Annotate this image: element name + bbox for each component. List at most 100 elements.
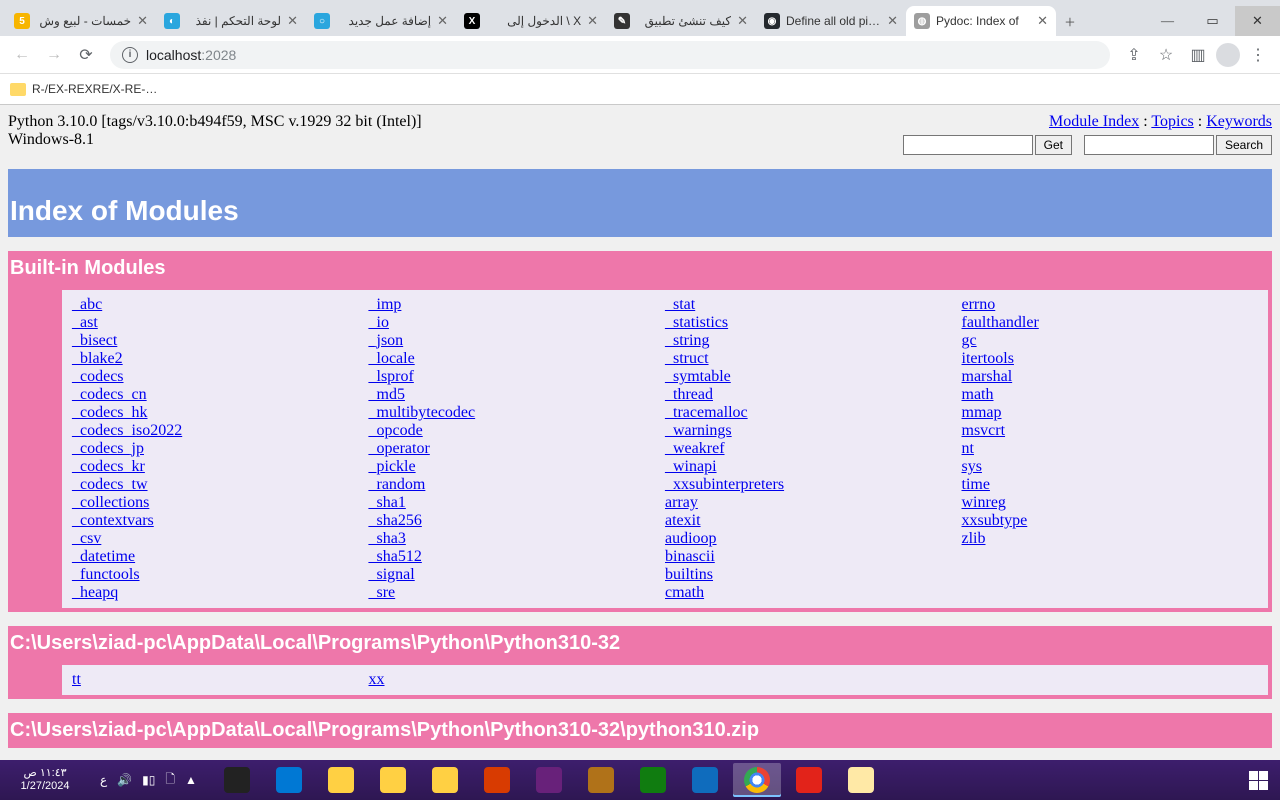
get-button[interactable] [1035, 135, 1072, 155]
taskbar-app[interactable] [213, 763, 261, 797]
module-link[interactable]: gc [962, 332, 1259, 350]
module-link[interactable]: _sha3 [369, 530, 666, 548]
taskbar-app[interactable] [837, 763, 885, 797]
close-tab-icon[interactable]: ✕ [437, 13, 448, 29]
menu-icon[interactable]: ⋮ [1244, 41, 1272, 69]
module-link[interactable]: _statistics [665, 314, 962, 332]
module-link[interactable]: _ast [72, 314, 369, 332]
bookmark-item[interactable]: R-/EX-REXRE/X-RE-… [32, 82, 157, 96]
forward-button[interactable]: → [40, 41, 68, 69]
module-link[interactable]: _thread [665, 386, 962, 404]
module-link[interactable]: _sha256 [369, 512, 666, 530]
search-input[interactable] [1084, 135, 1214, 155]
start-button[interactable] [1236, 760, 1280, 800]
taskbar-app[interactable] [421, 763, 469, 797]
language-indicator[interactable]: ع [100, 773, 107, 787]
module-link[interactable]: time [962, 476, 1259, 494]
taskbar-app[interactable] [473, 763, 521, 797]
sidepanel-icon[interactable]: ▥ [1184, 41, 1212, 69]
module-link[interactable]: _tracemalloc [665, 404, 962, 422]
volume-icon[interactable]: 🔊 [117, 773, 132, 787]
module-link[interactable]: _codecs_iso2022 [72, 422, 369, 440]
module-link[interactable]: _heapq [72, 584, 369, 602]
taskbar-app[interactable] [317, 763, 365, 797]
module-link[interactable]: _abc [72, 296, 369, 314]
module-link[interactable]: _random [369, 476, 666, 494]
module-link[interactable]: nt [962, 440, 1259, 458]
module-link[interactable]: zlib [962, 530, 1259, 548]
close-window-button[interactable]: ✕ [1235, 6, 1280, 36]
module-link[interactable]: _opcode [369, 422, 666, 440]
module-link[interactable]: _codecs_hk [72, 404, 369, 422]
taskbar-app-chrome[interactable] [733, 763, 781, 797]
module-link[interactable]: tt [72, 671, 369, 689]
module-link[interactable]: sys [962, 458, 1259, 476]
close-tab-icon[interactable]: ✕ [287, 13, 298, 29]
browser-tab[interactable]: ○إضافة عمل جديد✕ [306, 6, 456, 36]
module-link[interactable]: _csv [72, 530, 369, 548]
taskbar-app[interactable] [577, 763, 625, 797]
module-link[interactable]: _xxsubinterpreters [665, 476, 962, 494]
link-topics[interactable]: Topics [1151, 113, 1193, 130]
module-link[interactable]: itertools [962, 350, 1259, 368]
module-link[interactable]: _signal [369, 566, 666, 584]
module-link[interactable]: _json [369, 332, 666, 350]
system-tray[interactable]: ع 🔊 ▮▯ 🗋 ▲ [90, 770, 207, 791]
module-link[interactable]: _string [665, 332, 962, 350]
module-link[interactable]: _datetime [72, 548, 369, 566]
module-link[interactable]: errno [962, 296, 1259, 314]
close-tab-icon[interactable]: ✕ [587, 13, 598, 29]
close-tab-icon[interactable]: ✕ [137, 13, 148, 29]
module-link[interactable]: _sha512 [369, 548, 666, 566]
module-link[interactable]: xxsubtype [962, 512, 1259, 530]
module-link[interactable]: winreg [962, 494, 1259, 512]
module-link[interactable]: _blake2 [72, 350, 369, 368]
module-link[interactable]: cmath [665, 584, 962, 602]
module-link[interactable]: _sre [369, 584, 666, 602]
module-link[interactable]: _collections [72, 494, 369, 512]
reload-button[interactable]: ⟳ [72, 41, 100, 69]
module-link[interactable]: _multibytecodec [369, 404, 666, 422]
module-link[interactable]: _sha1 [369, 494, 666, 512]
share-icon[interactable]: ⇪ [1120, 41, 1148, 69]
module-link[interactable]: _operator [369, 440, 666, 458]
profile-avatar[interactable] [1216, 43, 1240, 67]
module-link[interactable]: audioop [665, 530, 962, 548]
address-bar[interactable]: i localhost:2028 [110, 41, 1110, 69]
bookmark-star-icon[interactable]: ☆ [1152, 41, 1180, 69]
module-link[interactable]: faulthandler [962, 314, 1259, 332]
module-link[interactable]: _struct [665, 350, 962, 368]
module-link[interactable]: _warnings [665, 422, 962, 440]
link-keywords[interactable]: Keywords [1206, 113, 1272, 130]
module-link[interactable]: _md5 [369, 386, 666, 404]
close-tab-icon[interactable]: ✕ [887, 13, 898, 29]
module-link[interactable]: _stat [665, 296, 962, 314]
module-link[interactable]: msvcrt [962, 422, 1259, 440]
module-link[interactable]: _codecs_tw [72, 476, 369, 494]
browser-tab[interactable]: ✎كيف تنشئ تطبيق✕ [606, 6, 756, 36]
battery-icon[interactable]: 🗋 [165, 770, 175, 791]
minimize-button[interactable]: — [1145, 6, 1190, 36]
taskbar-app[interactable] [681, 763, 729, 797]
module-link[interactable]: _pickle [369, 458, 666, 476]
module-link[interactable]: builtins [665, 566, 962, 584]
module-link[interactable]: _symtable [665, 368, 962, 386]
module-link[interactable]: array [665, 494, 962, 512]
browser-tab[interactable]: ◉Define all old pi…✕ [756, 6, 906, 36]
action-center-icon[interactable]: ▲ [185, 773, 197, 787]
module-link[interactable]: _locale [369, 350, 666, 368]
module-link[interactable]: _functools [72, 566, 369, 584]
module-link[interactable]: atexit [665, 512, 962, 530]
link-module-index[interactable]: Module Index [1049, 113, 1139, 130]
module-link[interactable]: _imp [369, 296, 666, 314]
module-link[interactable]: _weakref [665, 440, 962, 458]
module-link[interactable]: _bisect [72, 332, 369, 350]
module-link[interactable]: xx [369, 671, 666, 689]
taskbar-app[interactable] [265, 763, 313, 797]
get-input[interactable] [903, 135, 1033, 155]
module-link[interactable]: _codecs_cn [72, 386, 369, 404]
module-link[interactable]: _contextvars [72, 512, 369, 530]
browser-tab[interactable]: ◐لوحة التحكم | نفذ✕ [156, 6, 306, 36]
search-button[interactable] [1216, 135, 1272, 155]
taskbar-app[interactable] [369, 763, 417, 797]
